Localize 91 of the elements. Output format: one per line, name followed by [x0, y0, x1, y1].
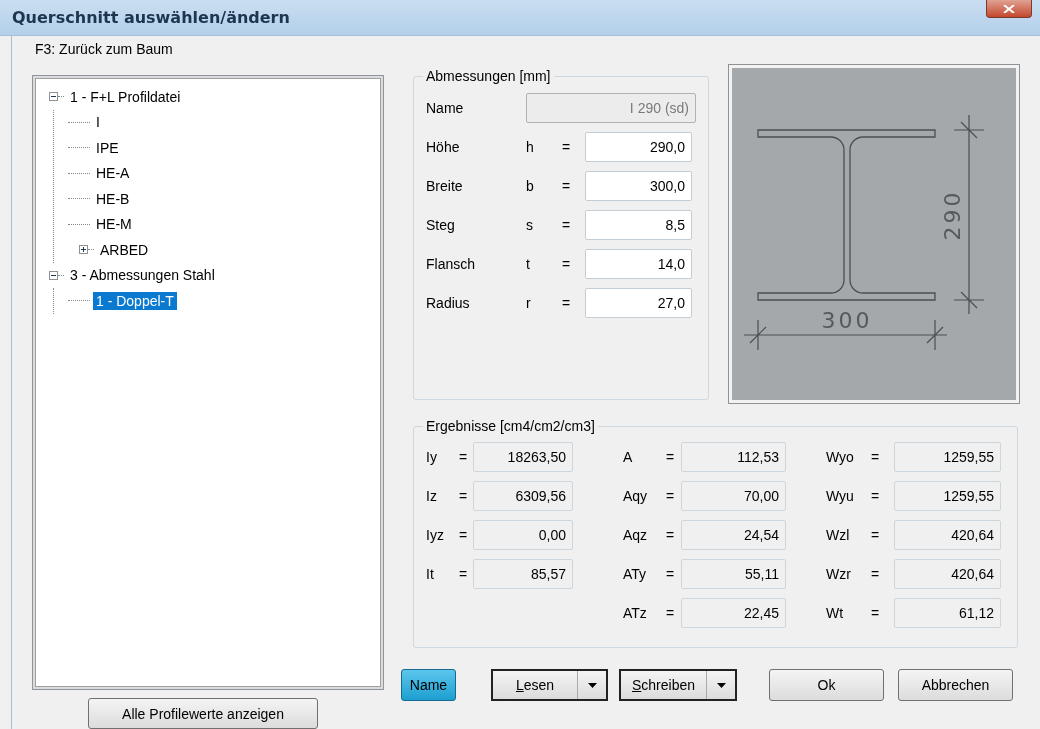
- equals-sign: =: [871, 605, 881, 621]
- equals-sign: =: [871, 566, 881, 582]
- dimension-label: 300: [821, 308, 873, 333]
- dialog-button[interactable]: Abbrechen: [898, 669, 1013, 701]
- toggle-button[interactable]: Name: [401, 669, 456, 701]
- symbol-label: s: [526, 217, 534, 233]
- equals-sign: =: [666, 488, 676, 504]
- symbol-label: Iz: [426, 488, 438, 504]
- tree-caption: F3: Zurück zum Baum: [34, 40, 174, 59]
- equals-sign: =: [871, 488, 881, 504]
- tree-item[interactable]: HE-A: [93, 164, 133, 183]
- symbol-label: Wzr: [826, 566, 852, 582]
- tree-item[interactable]: HE-B: [93, 189, 133, 208]
- field-label: Flansch: [426, 256, 477, 272]
- dimension-label: 290: [940, 189, 965, 241]
- equals-sign: =: [562, 178, 572, 194]
- result-field: 1259,55: [894, 481, 1001, 511]
- equals-sign: =: [459, 527, 469, 543]
- equals-sign: =: [562, 217, 572, 233]
- result-field: 1259,55: [894, 442, 1001, 472]
- expander-icon[interactable]: [79, 245, 88, 255]
- result-field: 61,12: [894, 598, 1001, 628]
- show-all-button[interactable]: Alle Profilewerte anzeigen: [88, 698, 318, 729]
- symbol-label: Iy: [426, 449, 438, 465]
- symbol-label: Wzl: [826, 527, 851, 543]
- split-button[interactable]: Lesen: [491, 669, 608, 701]
- result-field: 6309,56: [473, 481, 573, 511]
- equals-sign: =: [871, 449, 881, 465]
- input-field[interactable]: 300,0: [585, 171, 692, 201]
- equals-sign: =: [459, 566, 469, 582]
- symbol-label: ATy: [623, 566, 648, 582]
- symbol-label: t: [526, 256, 531, 272]
- expander-icon[interactable]: [49, 270, 58, 280]
- field-label: Höhe: [426, 139, 461, 155]
- equals-sign: =: [562, 256, 572, 272]
- symbol-label: It: [426, 566, 435, 582]
- tree-item[interactable]: ARBED: [97, 240, 152, 259]
- result-field: 70,00: [681, 481, 786, 511]
- input-field[interactable]: 8,5: [585, 210, 692, 240]
- result-field: 22,45: [681, 598, 786, 628]
- input-field[interactable]: 14,0: [585, 249, 692, 279]
- result-field: 420,64: [894, 559, 1001, 589]
- tree-item[interactable]: I: [93, 113, 103, 132]
- result-field: 18263,50: [473, 442, 573, 472]
- symbol-label: Wt: [826, 605, 845, 621]
- split-button[interactable]: Schreiben: [619, 669, 737, 701]
- caret-icon: [716, 682, 726, 688]
- symbol-label: ATz: [623, 605, 648, 621]
- group-title: Abmessungen [mm]: [425, 68, 552, 84]
- equals-sign: =: [562, 295, 572, 311]
- field-label: Radius: [426, 295, 471, 311]
- result-field: 112,53: [681, 442, 786, 472]
- result-field: 420,64: [894, 520, 1001, 550]
- equals-sign: =: [666, 527, 676, 543]
- tree-item[interactable]: HE-M: [93, 215, 135, 234]
- equals-sign: =: [666, 449, 676, 465]
- input-field[interactable]: 290,0: [585, 132, 692, 162]
- dialog-button[interactable]: Ok: [769, 669, 884, 701]
- tree-item[interactable]: 1 - Doppel-T: [93, 291, 177, 310]
- equals-sign: =: [459, 488, 469, 504]
- symbol-label: A: [623, 449, 634, 465]
- symbol-label: r: [526, 295, 532, 311]
- field-label: Name: [426, 100, 465, 116]
- symbol-label: Wyu: [826, 488, 855, 504]
- symbol-label: b: [526, 178, 535, 194]
- input-field[interactable]: 27,0: [585, 288, 692, 318]
- symbol-label: Aqy: [623, 488, 649, 504]
- equals-sign: =: [562, 139, 572, 155]
- expander-icon[interactable]: [49, 92, 58, 102]
- result-field: 0,00: [473, 520, 573, 550]
- tree-item[interactable]: 3 - Abmessungen Stahl: [67, 266, 218, 285]
- result-field: 85,57: [473, 559, 573, 589]
- result-field: 55,11: [681, 559, 786, 589]
- tree-item[interactable]: IPE: [93, 138, 122, 157]
- tree-item[interactable]: 1 - F+L Profildatei: [67, 87, 184, 106]
- symbol-label: Wyo: [826, 449, 855, 465]
- equals-sign: =: [666, 566, 676, 582]
- result-field: 24,54: [681, 520, 786, 550]
- symbol-label: h: [526, 139, 535, 155]
- field-label: Steg: [426, 217, 456, 233]
- close-icon: [1003, 4, 1015, 13]
- symbol-label: Aqz: [623, 527, 649, 543]
- close-button[interactable]: [986, 0, 1032, 18]
- symbol-label: Iyz: [426, 527, 445, 543]
- equals-sign: =: [666, 605, 676, 621]
- equals-sign: =: [459, 449, 469, 465]
- equals-sign: =: [871, 527, 881, 543]
- field-label: Breite: [426, 178, 464, 194]
- window-title: Querschnitt auswählen/ändern: [12, 8, 290, 27]
- caret-icon: [587, 682, 597, 688]
- group-title: Ergebnisse [cm4/cm2/cm3]: [425, 418, 596, 434]
